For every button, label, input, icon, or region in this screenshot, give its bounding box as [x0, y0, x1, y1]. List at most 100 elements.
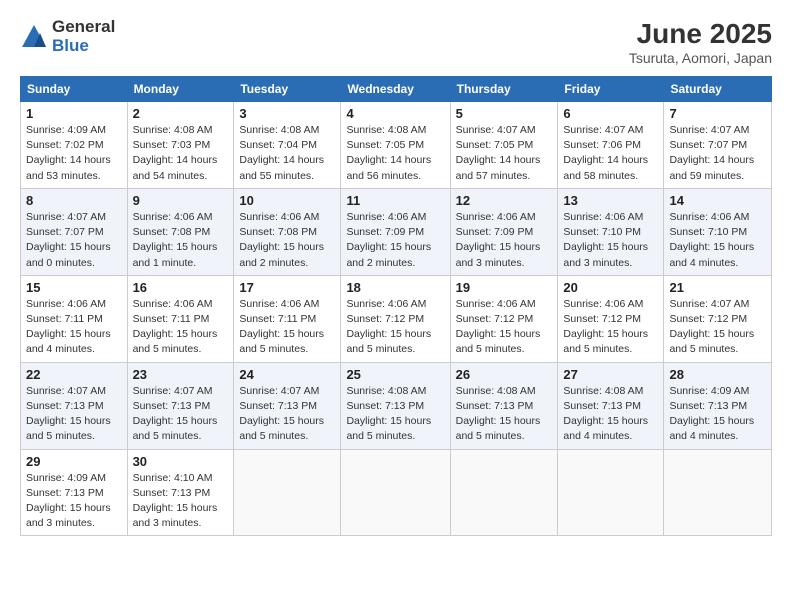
week-row-2: 8 Sunrise: 4:07 AMSunset: 7:07 PMDayligh… — [21, 188, 772, 275]
day-info: Sunrise: 4:06 AMSunset: 7:10 PMDaylight:… — [563, 211, 648, 269]
day-info: Sunrise: 4:07 AMSunset: 7:07 PMDaylight:… — [26, 211, 111, 269]
day-cell — [558, 449, 664, 536]
day-cell — [664, 449, 772, 536]
day-cell: 27 Sunrise: 4:08 AMSunset: 7:13 PMDaylig… — [558, 362, 664, 449]
day-number: 1 — [26, 106, 122, 121]
day-cell: 10 Sunrise: 4:06 AMSunset: 7:08 PMDaylig… — [234, 188, 341, 275]
day-cell: 4 Sunrise: 4:08 AMSunset: 7:05 PMDayligh… — [341, 102, 450, 189]
day-info: Sunrise: 4:07 AMSunset: 7:12 PMDaylight:… — [669, 298, 754, 356]
day-info: Sunrise: 4:06 AMSunset: 7:10 PMDaylight:… — [669, 211, 754, 269]
day-info: Sunrise: 4:07 AMSunset: 7:07 PMDaylight:… — [669, 124, 754, 182]
day-cell: 12 Sunrise: 4:06 AMSunset: 7:09 PMDaylig… — [450, 188, 558, 275]
col-monday: Monday — [127, 77, 234, 102]
day-cell: 30 Sunrise: 4:10 AMSunset: 7:13 PMDaylig… — [127, 449, 234, 536]
day-info: Sunrise: 4:06 AMSunset: 7:11 PMDaylight:… — [26, 298, 111, 356]
month-title: June 2025 — [629, 18, 772, 50]
day-info: Sunrise: 4:06 AMSunset: 7:08 PMDaylight:… — [239, 211, 324, 269]
day-number: 2 — [133, 106, 229, 121]
day-number: 22 — [26, 367, 122, 382]
day-number: 25 — [346, 367, 444, 382]
day-cell: 21 Sunrise: 4:07 AMSunset: 7:12 PMDaylig… — [664, 275, 772, 362]
day-cell: 5 Sunrise: 4:07 AMSunset: 7:05 PMDayligh… — [450, 102, 558, 189]
day-number: 3 — [239, 106, 335, 121]
logo-icon — [20, 23, 48, 51]
day-number: 10 — [239, 193, 335, 208]
day-info: Sunrise: 4:07 AMSunset: 7:13 PMDaylight:… — [239, 385, 324, 443]
day-cell: 22 Sunrise: 4:07 AMSunset: 7:13 PMDaylig… — [21, 362, 128, 449]
day-cell — [341, 449, 450, 536]
day-number: 21 — [669, 280, 766, 295]
day-info: Sunrise: 4:06 AMSunset: 7:11 PMDaylight:… — [133, 298, 218, 356]
day-info: Sunrise: 4:09 AMSunset: 7:02 PMDaylight:… — [26, 124, 111, 182]
day-info: Sunrise: 4:07 AMSunset: 7:06 PMDaylight:… — [563, 124, 648, 182]
day-cell: 14 Sunrise: 4:06 AMSunset: 7:10 PMDaylig… — [664, 188, 772, 275]
day-info: Sunrise: 4:06 AMSunset: 7:09 PMDaylight:… — [456, 211, 541, 269]
day-number: 7 — [669, 106, 766, 121]
day-cell: 26 Sunrise: 4:08 AMSunset: 7:13 PMDaylig… — [450, 362, 558, 449]
day-info: Sunrise: 4:06 AMSunset: 7:08 PMDaylight:… — [133, 211, 218, 269]
day-info: Sunrise: 4:08 AMSunset: 7:04 PMDaylight:… — [239, 124, 324, 182]
day-number: 27 — [563, 367, 658, 382]
day-number: 12 — [456, 193, 553, 208]
day-number: 4 — [346, 106, 444, 121]
col-tuesday: Tuesday — [234, 77, 341, 102]
day-cell: 13 Sunrise: 4:06 AMSunset: 7:10 PMDaylig… — [558, 188, 664, 275]
logo: General Blue — [20, 18, 115, 55]
day-cell: 16 Sunrise: 4:06 AMSunset: 7:11 PMDaylig… — [127, 275, 234, 362]
week-row-3: 15 Sunrise: 4:06 AMSunset: 7:11 PMDaylig… — [21, 275, 772, 362]
day-cell: 8 Sunrise: 4:07 AMSunset: 7:07 PMDayligh… — [21, 188, 128, 275]
col-friday: Friday — [558, 77, 664, 102]
day-cell: 25 Sunrise: 4:08 AMSunset: 7:13 PMDaylig… — [341, 362, 450, 449]
day-number: 26 — [456, 367, 553, 382]
day-number: 24 — [239, 367, 335, 382]
week-row-4: 22 Sunrise: 4:07 AMSunset: 7:13 PMDaylig… — [21, 362, 772, 449]
day-cell: 20 Sunrise: 4:06 AMSunset: 7:12 PMDaylig… — [558, 275, 664, 362]
week-row-5: 29 Sunrise: 4:09 AMSunset: 7:13 PMDaylig… — [21, 449, 772, 536]
day-cell: 7 Sunrise: 4:07 AMSunset: 7:07 PMDayligh… — [664, 102, 772, 189]
day-info: Sunrise: 4:06 AMSunset: 7:12 PMDaylight:… — [346, 298, 431, 356]
day-number: 28 — [669, 367, 766, 382]
logo-blue: Blue — [52, 37, 115, 56]
day-number: 23 — [133, 367, 229, 382]
day-info: Sunrise: 4:09 AMSunset: 7:13 PMDaylight:… — [26, 472, 111, 530]
day-info: Sunrise: 4:06 AMSunset: 7:12 PMDaylight:… — [456, 298, 541, 356]
day-cell — [450, 449, 558, 536]
day-cell: 2 Sunrise: 4:08 AMSunset: 7:03 PMDayligh… — [127, 102, 234, 189]
col-thursday: Thursday — [450, 77, 558, 102]
day-info: Sunrise: 4:10 AMSunset: 7:13 PMDaylight:… — [133, 472, 218, 530]
day-cell: 29 Sunrise: 4:09 AMSunset: 7:13 PMDaylig… — [21, 449, 128, 536]
day-cell: 17 Sunrise: 4:06 AMSunset: 7:11 PMDaylig… — [234, 275, 341, 362]
day-number: 11 — [346, 193, 444, 208]
logo-general: General — [52, 18, 115, 37]
calendar-table: Sunday Monday Tuesday Wednesday Thursday… — [20, 76, 772, 536]
day-number: 5 — [456, 106, 553, 121]
day-cell: 23 Sunrise: 4:07 AMSunset: 7:13 PMDaylig… — [127, 362, 234, 449]
day-cell: 18 Sunrise: 4:06 AMSunset: 7:12 PMDaylig… — [341, 275, 450, 362]
location: Tsuruta, Aomori, Japan — [629, 50, 772, 66]
day-number: 9 — [133, 193, 229, 208]
day-info: Sunrise: 4:08 AMSunset: 7:13 PMDaylight:… — [563, 385, 648, 443]
day-cell: 1 Sunrise: 4:09 AMSunset: 7:02 PMDayligh… — [21, 102, 128, 189]
day-cell: 24 Sunrise: 4:07 AMSunset: 7:13 PMDaylig… — [234, 362, 341, 449]
day-cell: 9 Sunrise: 4:06 AMSunset: 7:08 PMDayligh… — [127, 188, 234, 275]
day-number: 18 — [346, 280, 444, 295]
day-number: 8 — [26, 193, 122, 208]
day-info: Sunrise: 4:07 AMSunset: 7:05 PMDaylight:… — [456, 124, 541, 182]
day-number: 13 — [563, 193, 658, 208]
day-number: 30 — [133, 454, 229, 469]
header-row: Sunday Monday Tuesday Wednesday Thursday… — [21, 77, 772, 102]
day-info: Sunrise: 4:06 AMSunset: 7:09 PMDaylight:… — [346, 211, 431, 269]
day-info: Sunrise: 4:07 AMSunset: 7:13 PMDaylight:… — [133, 385, 218, 443]
day-cell: 3 Sunrise: 4:08 AMSunset: 7:04 PMDayligh… — [234, 102, 341, 189]
page: General Blue June 2025 Tsuruta, Aomori, … — [0, 0, 792, 612]
week-row-1: 1 Sunrise: 4:09 AMSunset: 7:02 PMDayligh… — [21, 102, 772, 189]
day-number: 15 — [26, 280, 122, 295]
day-cell — [234, 449, 341, 536]
day-info: Sunrise: 4:06 AMSunset: 7:11 PMDaylight:… — [239, 298, 324, 356]
day-info: Sunrise: 4:08 AMSunset: 7:05 PMDaylight:… — [346, 124, 431, 182]
day-number: 20 — [563, 280, 658, 295]
day-number: 19 — [456, 280, 553, 295]
day-number: 14 — [669, 193, 766, 208]
day-cell: 11 Sunrise: 4:06 AMSunset: 7:09 PMDaylig… — [341, 188, 450, 275]
day-number: 16 — [133, 280, 229, 295]
